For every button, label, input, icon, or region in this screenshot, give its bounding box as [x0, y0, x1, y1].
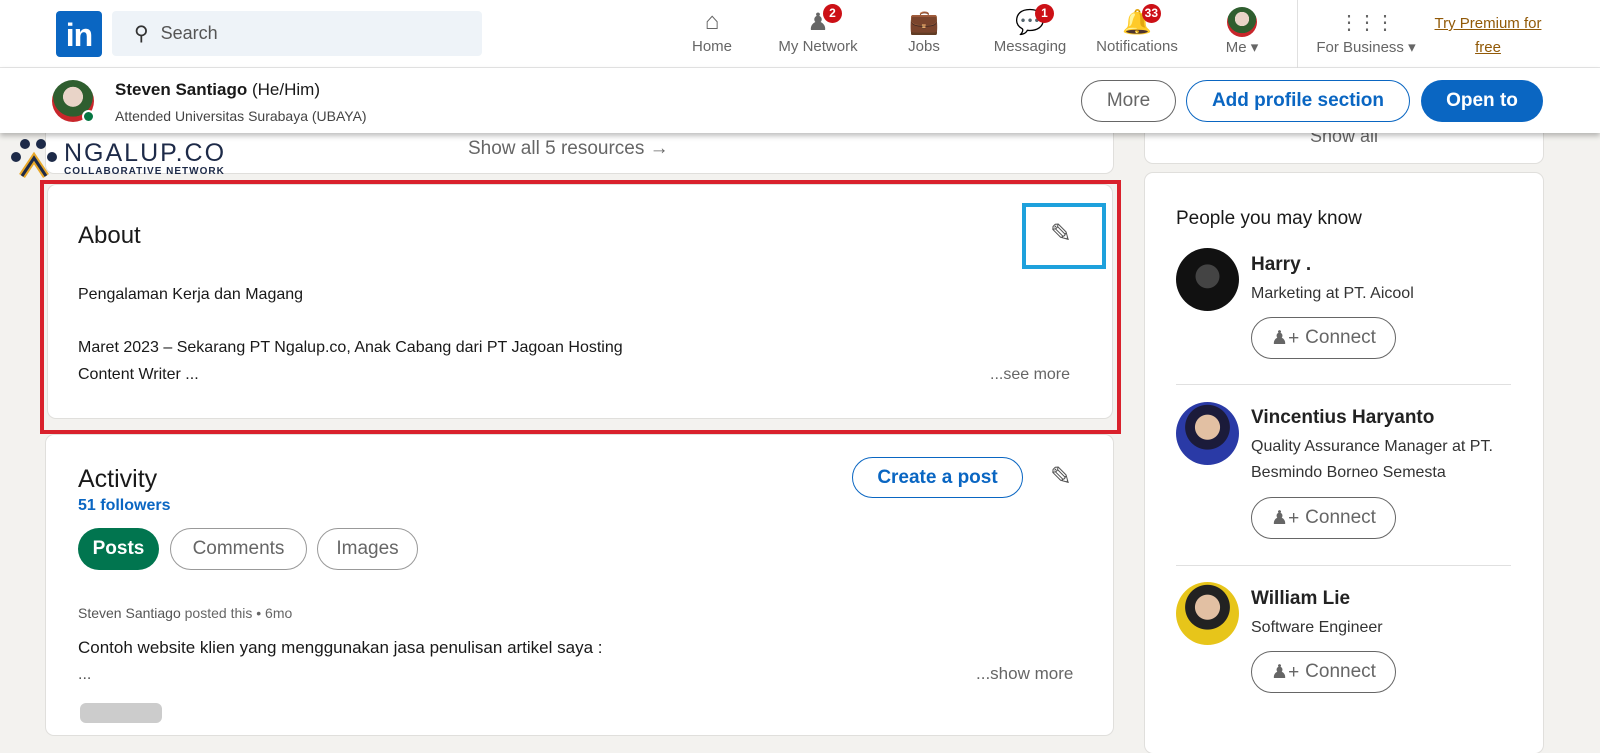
post-meta: Steven Santiago posted this • 6mo — [78, 605, 292, 621]
pronouns: (He/Him) — [247, 80, 320, 99]
avatar[interactable] — [1176, 582, 1239, 645]
nav-for-business[interactable]: ⋮⋮⋮ For Business ▾ — [1308, 6, 1424, 64]
nav-label: Me ▾ — [1225, 39, 1259, 56]
connect-label: Connect — [1305, 327, 1376, 348]
try-premium-link[interactable]: Try Premium for free — [1428, 12, 1548, 60]
add-profile-section-button[interactable]: Add profile section — [1186, 80, 1410, 122]
nav-me[interactable]: Me ▾ — [1214, 6, 1270, 64]
create-post-button[interactable]: Create a post — [852, 457, 1023, 498]
connect-button[interactable]: ♟+ Connect — [1251, 651, 1396, 693]
nav-label: Notifications — [1096, 38, 1178, 55]
profile-subtitle: Attended Universitas Surabaya (UBAYA) — [115, 108, 367, 124]
nav-home[interactable]: ⌂ Home — [684, 6, 740, 64]
tab-images[interactable]: Images — [317, 528, 418, 570]
add-person-icon: ♟+ — [1271, 327, 1300, 349]
avatar[interactable] — [1176, 402, 1239, 465]
nav-my-network[interactable]: ♟ 2 My Network — [770, 4, 866, 64]
person-name[interactable]: Vincentius Haryanto — [1251, 407, 1434, 429]
nav-label: Messaging — [993, 38, 1067, 55]
online-status-icon — [82, 110, 95, 123]
nav-divider — [1297, 0, 1298, 68]
edit-activity-pencil-icon[interactable]: ✎ — [1050, 461, 1072, 492]
person-name[interactable]: Harry . — [1251, 254, 1311, 276]
about-highlight-box — [40, 180, 1121, 434]
divider — [1176, 565, 1511, 566]
connect-label: Connect — [1305, 507, 1376, 528]
nav-label: For Business ▾ — [1316, 39, 1416, 56]
connect-button[interactable]: ♟+ Connect — [1251, 497, 1396, 539]
chat-icon: 💬 1 — [1012, 4, 1054, 38]
home-icon: ⌂ — [704, 8, 720, 35]
post-time: posted this • 6mo — [180, 605, 293, 621]
bell-icon: 🔔 33 — [1119, 4, 1161, 38]
search-placeholder: Search — [160, 23, 218, 43]
followers-link[interactable]: 51 followers — [78, 497, 170, 515]
profile-name: Steven Santiago (He/Him) — [115, 80, 320, 100]
post-text-ellipsis: ... — [78, 666, 92, 683]
grid-icon: ⋮⋮⋮ — [1339, 11, 1395, 34]
person-headline: Software Engineer — [1251, 619, 1383, 636]
post-thumbnail[interactable] — [80, 703, 162, 723]
watermark-tagline: COLLABORATIVE NETWORK — [64, 166, 225, 177]
post-author[interactable]: Steven Santiago — [78, 605, 181, 621]
nav-messaging[interactable]: 💬 1 Messaging — [990, 4, 1070, 64]
messaging-badge: 1 — [1035, 4, 1054, 23]
avatar[interactable] — [1176, 248, 1239, 311]
show-all-resources-link[interactable]: Show all 5 resources → — [468, 138, 669, 160]
notifications-badge: 33 — [1141, 4, 1161, 23]
open-to-button[interactable]: Open to — [1421, 80, 1543, 122]
show-more-link[interactable]: ...show more — [976, 664, 1073, 684]
ngalup-logo-icon — [11, 139, 57, 178]
more-button[interactable]: More — [1081, 80, 1176, 122]
briefcase-icon: 💼 — [909, 8, 939, 36]
pymk-title: People you may know — [1176, 208, 1362, 229]
linkedin-logo[interactable]: in — [56, 11, 102, 57]
person-headline: Marketing at PT. Aicool — [1251, 285, 1414, 302]
divider — [1176, 384, 1511, 385]
connect-button[interactable]: ♟+ Connect — [1251, 317, 1396, 359]
nav-label: Home — [691, 38, 732, 55]
add-person-icon: ♟+ — [1271, 507, 1300, 529]
person-headline: Quality Assurance Manager at PT. Besmind… — [1251, 438, 1493, 481]
tab-posts[interactable]: Posts — [78, 528, 159, 570]
activity-title: Activity — [78, 465, 158, 493]
connect-label: Connect — [1305, 661, 1376, 682]
nav-label: Jobs — [908, 38, 940, 55]
avatar — [1224, 6, 1260, 38]
ngalup-watermark: NGALUP.CO COLLABORATIVE NETWORK — [10, 138, 226, 180]
name: Steven Santiago — [115, 80, 248, 99]
nav-jobs[interactable]: 💼 Jobs — [898, 6, 950, 64]
search-input[interactable]: ⚲ Search — [112, 11, 482, 56]
people-icon: ♟ 2 — [800, 4, 842, 38]
nav-label: My Network — [778, 38, 858, 55]
tab-comments[interactable]: Comments — [170, 528, 307, 570]
edit-highlight-box — [1022, 203, 1106, 269]
nav-notifications[interactable]: 🔔 33 Notifications — [1090, 4, 1184, 64]
watermark-name: NGALUP.CO — [64, 139, 227, 167]
person-name[interactable]: William Lie — [1251, 588, 1350, 610]
add-person-icon: ♟+ — [1271, 661, 1300, 683]
search-icon: ⚲ — [134, 23, 149, 45]
post-text: Contoh website klien yang menggunakan ja… — [78, 638, 603, 657]
network-badge: 2 — [823, 4, 842, 23]
